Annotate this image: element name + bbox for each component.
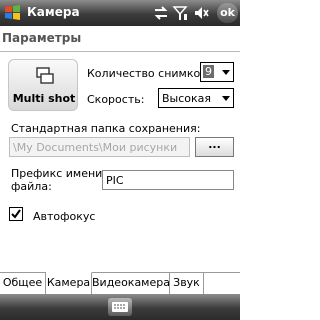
tab-sound[interactable]: Звук (170, 273, 204, 294)
save-folder-field: \My Documents\Мои рисунки (9, 137, 190, 157)
tab-camera[interactable]: Камера (46, 272, 92, 294)
multishot-icon (36, 67, 54, 84)
page-title: Параметры (2, 31, 82, 45)
autofocus-label[interactable]: Автофокус (33, 210, 95, 223)
speed-label: Скорость: (87, 93, 145, 106)
tab-general[interactable]: Общее (0, 273, 46, 294)
speed-value: Высокая (162, 92, 212, 105)
chevron-down-icon (222, 70, 230, 75)
windows-flag-icon[interactable] (4, 4, 21, 21)
multishot-button[interactable]: Multi shot (8, 59, 78, 111)
browse-button[interactable]: ... (195, 137, 234, 157)
ok-button[interactable]: ok (217, 3, 238, 23)
speed-select[interactable]: Высокая (158, 88, 234, 108)
save-folder-value: \My Documents\Мои рисунки (13, 141, 178, 154)
tab-bar: Общее Камера Видеокамера Звук (0, 272, 240, 294)
title-bar: Камера ok (0, 0, 240, 26)
file-prefix-label-line1: Префикс имени (11, 167, 103, 180)
file-prefix-value: PIC (106, 174, 124, 187)
checkmark-icon (11, 209, 21, 219)
shot-count-select[interactable]: 9 (200, 62, 234, 82)
keyboard-icon (112, 302, 128, 312)
signal-icon[interactable] (172, 5, 188, 21)
window-title: Камера (27, 5, 80, 19)
autofocus-checkbox[interactable] (9, 207, 23, 221)
volume-muted-icon[interactable] (193, 5, 209, 21)
shot-count-value: 9 (203, 65, 214, 78)
keyboard-button[interactable] (108, 298, 132, 316)
connectivity-icon[interactable] (153, 5, 169, 21)
chevron-down-icon (222, 96, 230, 101)
tab-videocamera[interactable]: Видеокамера (92, 273, 170, 294)
file-prefix-label-line2: файла: (11, 180, 52, 193)
shot-count-label: Количество снимков: (87, 67, 211, 80)
save-folder-label: Стандартная папка сохранения: (11, 122, 201, 135)
menu-bar (0, 294, 240, 320)
header-divider (0, 51, 240, 52)
file-prefix-input[interactable]: PIC (102, 170, 234, 190)
multishot-label: Multi shot (12, 92, 76, 105)
